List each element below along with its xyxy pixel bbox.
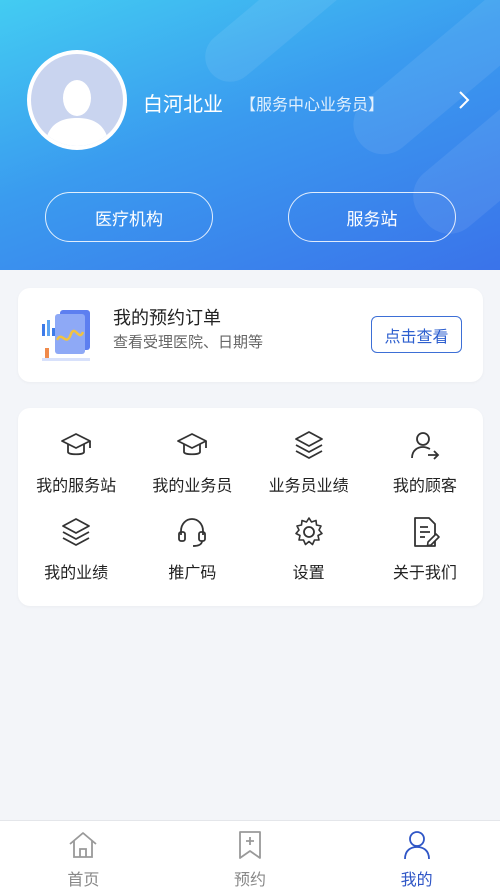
function-menu-card: 我的服务站 我的业务员 业务员业绩 我的顾客 我的业绩 推广码 设置 关于我们 [18, 408, 483, 606]
menu-item-label: 我的服务站 [36, 476, 117, 495]
menu-item-my-performance[interactable]: 我的业绩 [18, 515, 134, 585]
bookmark-plus-icon [239, 831, 261, 859]
order-illustration-icon [42, 310, 90, 361]
graduation-cap-icon [59, 428, 93, 462]
tab-home[interactable]: 首页 [0, 821, 167, 895]
bottom-tab-bar: 首页 预约 我的 [0, 820, 500, 895]
chevron-right-icon[interactable] [452, 88, 476, 112]
avatar-placeholder-icon [45, 80, 109, 146]
view-orders-button[interactable]: 点击查看 [371, 316, 462, 353]
menu-item-my-customers[interactable]: 我的顾客 [367, 428, 483, 498]
tab-mine[interactable]: 我的 [333, 821, 500, 895]
service-station-button[interactable]: 服务站 [288, 192, 456, 242]
user-name: 白河北业 [143, 92, 223, 116]
menu-item-my-salesmen[interactable]: 我的业务员 [134, 428, 250, 498]
profile-header: 白河北业 【服务中心业务员】 医疗机构 服务站 [0, 0, 500, 270]
user-icon [403, 831, 430, 860]
medical-institution-button[interactable]: 医疗机构 [45, 192, 213, 242]
headset-icon [175, 515, 209, 549]
menu-item-about-us[interactable]: 关于我们 [367, 515, 483, 585]
user-arrow-icon [408, 428, 442, 462]
user-role: 【服务中心业务员】 [240, 95, 385, 114]
home-icon [69, 832, 97, 858]
menu-item-label: 推广码 [168, 563, 217, 582]
menu-item-label: 业务员业绩 [268, 476, 349, 495]
header-decoration [194, 0, 366, 93]
menu-item-label: 设置 [292, 563, 325, 582]
menu-item-promo-code[interactable]: 推广码 [134, 515, 250, 585]
order-subtitle: 查看受理医院、日期等 [113, 333, 264, 351]
avatar[interactable] [27, 50, 127, 150]
menu-item-salesman-performance[interactable]: 业务员业绩 [251, 428, 367, 498]
gear-icon [292, 515, 326, 549]
graduation-cap-icon [175, 428, 209, 462]
layers-icon [292, 428, 326, 462]
menu-item-label: 关于我们 [392, 563, 457, 582]
tab-label: 我的 [400, 870, 433, 889]
menu-item-label: 我的顾客 [392, 476, 457, 495]
tab-label: 预约 [234, 870, 267, 889]
order-title: 我的预约订单 [113, 308, 221, 329]
menu-item-label: 我的业务员 [152, 476, 233, 495]
menu-item-settings[interactable]: 设置 [251, 515, 367, 585]
tab-label: 首页 [67, 870, 100, 889]
menu-item-label: 我的业绩 [44, 563, 109, 582]
document-edit-icon [408, 515, 442, 549]
appointment-order-card[interactable]: 我的预约订单 查看受理医院、日期等 点击查看 [18, 288, 483, 382]
layers-icon [59, 515, 93, 549]
menu-item-my-stations[interactable]: 我的服务站 [18, 428, 134, 498]
tab-appointment[interactable]: 预约 [167, 821, 334, 895]
